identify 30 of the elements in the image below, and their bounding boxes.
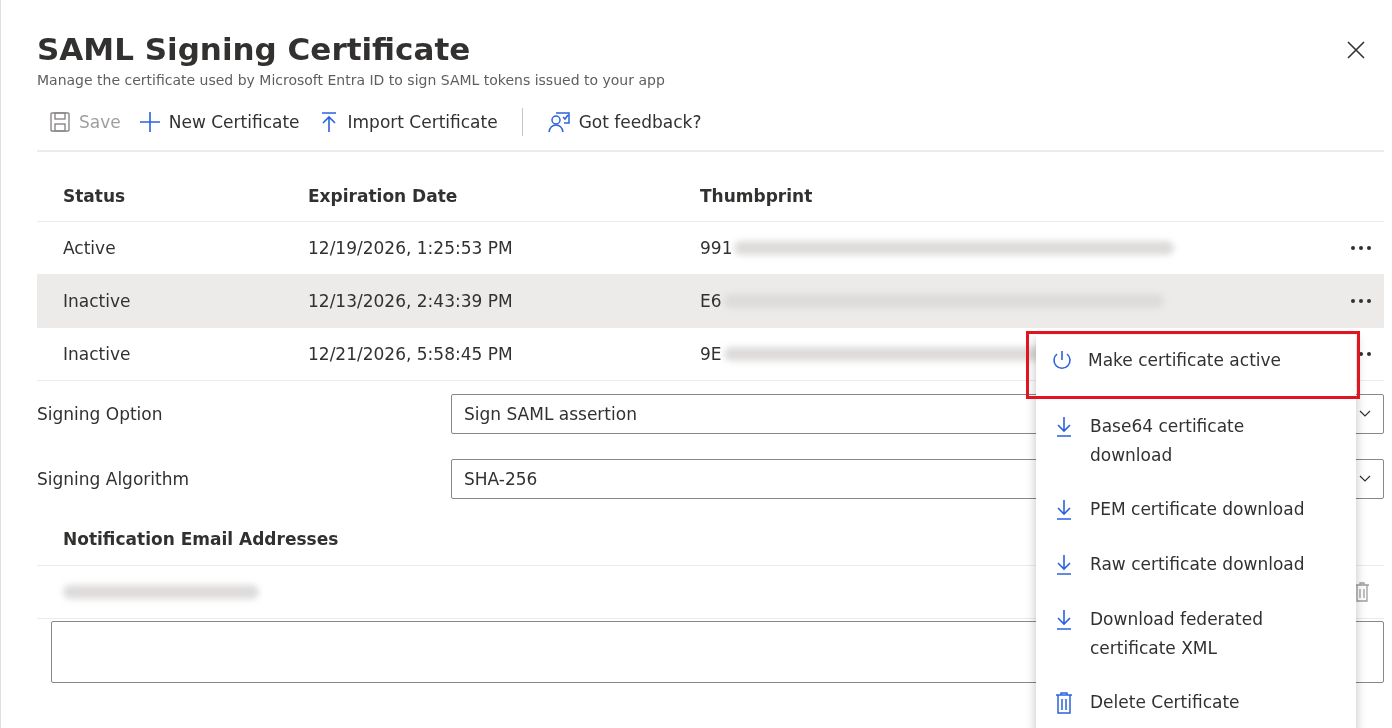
field-label: Signing Option (37, 403, 164, 424)
table-cell-text: 12/21/2026, 5:58:45 PM (308, 344, 514, 364)
import-button[interactable]: Import Certificate (315, 107, 500, 137)
field-label: Signing Algorithm (37, 468, 191, 489)
chevron-down-icon (1359, 474, 1371, 483)
panel-subtitle: Manage the certificate used by Microsoft Entra ID to sign SAML tokens issued to your app (37, 72, 665, 88)
chevron-down-icon (1359, 409, 1371, 418)
column-header: Thumbprint (700, 185, 814, 206)
menu-item[interactable]: Download federated certificate XML (1036, 594, 1356, 677)
menu-item[interactable]: Delete Certificate (1036, 677, 1356, 728)
new-button[interactable]: New Certificate (136, 107, 302, 137)
feedback-icon (546, 110, 571, 134)
more-icon[interactable] (1350, 245, 1372, 251)
column-header: Status (62, 185, 127, 206)
table-cell: 9E (700, 344, 722, 364)
table-cell-text: 12/19/2026, 1:25:53 PM (308, 238, 514, 258)
table-cell-text: 12/13/2026, 2:43:39 PM (308, 291, 514, 311)
more-icon[interactable] (1350, 298, 1372, 304)
save-icon (49, 111, 71, 133)
panel-title: SAML Signing Certificate (37, 30, 472, 69)
table-cell: E6 (700, 291, 722, 311)
close-icon[interactable] (1346, 40, 1366, 60)
table-cell: 991 (700, 238, 733, 258)
feedback-button[interactable]: Got feedback? (544, 106, 704, 138)
plus-icon (138, 111, 161, 133)
table-cell-text: Active (62, 238, 117, 258)
table-cell-text: Inactive (62, 291, 132, 311)
column-header: Expiration Date (308, 185, 459, 206)
table-row[interactable]: Inactive 12/13/2026, 2:43:39 PM E6 (37, 275, 1384, 328)
table-cell-text: Inactive (62, 344, 132, 364)
